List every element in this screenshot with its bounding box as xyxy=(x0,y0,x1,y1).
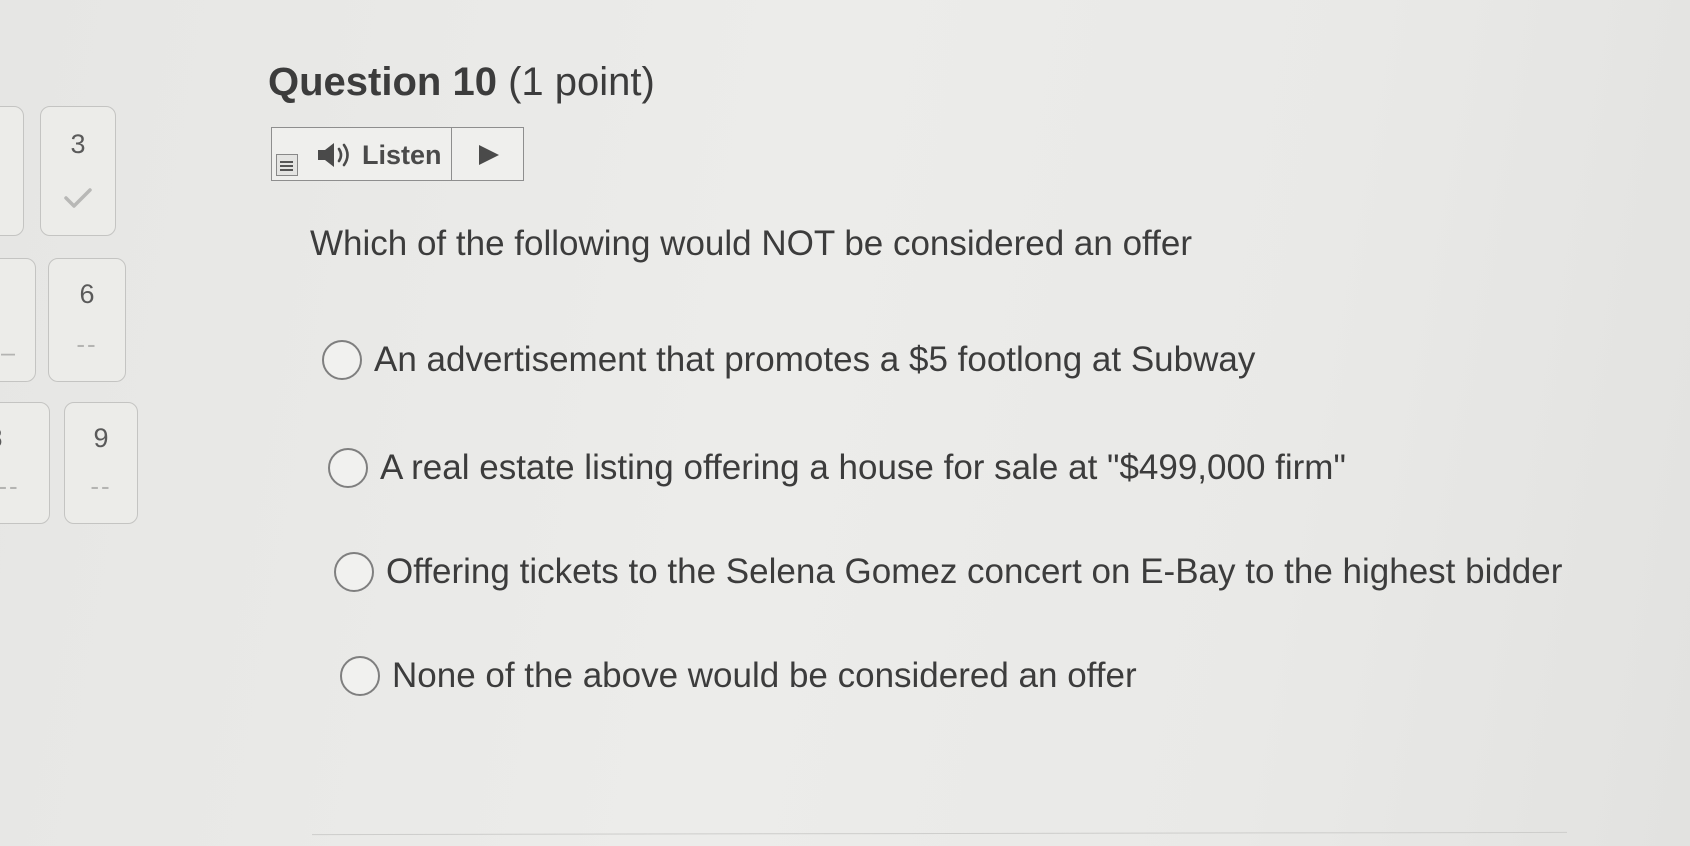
radio-button[interactable] xyxy=(328,448,368,488)
answer-option-4[interactable]: None of the above would be considered an… xyxy=(340,656,1137,696)
question-text: Which of the following would NOT be cons… xyxy=(310,224,1192,263)
nav-tile-left-partial-middle[interactable]: — xyxy=(0,258,36,382)
answer-option-1[interactable]: An advertisement that promotes a $5 foot… xyxy=(322,340,1255,380)
answer-option-2[interactable]: A real estate listing offering a house f… xyxy=(328,448,1346,488)
play-button[interactable] xyxy=(452,128,523,180)
listen-button[interactable]: Listen xyxy=(272,128,452,180)
nav-tile-status: -- xyxy=(90,471,112,501)
play-icon xyxy=(479,145,499,165)
listen-widget: Listen xyxy=(271,127,524,181)
answer-option-3[interactable]: Offering tickets to the Selena Gomez con… xyxy=(334,552,1562,592)
listen-label: Listen xyxy=(362,140,442,170)
nav-tile-question-9[interactable]: 9 -- xyxy=(64,402,138,524)
nav-tile-number: 6 xyxy=(79,279,95,309)
nav-tile-partial-mark: — xyxy=(1,337,15,368)
nav-tile-left-partial-top[interactable] xyxy=(0,106,24,236)
nav-tile-status: -- xyxy=(76,329,98,359)
nav-tile-status: -- xyxy=(0,471,20,501)
nav-tile-question-3[interactable]: 3 xyxy=(40,106,116,236)
answer-label: Offering tickets to the Selena Gomez con… xyxy=(386,552,1563,591)
radio-button[interactable] xyxy=(340,656,380,696)
answer-label: None of the above would be considered an… xyxy=(392,656,1137,695)
nav-tile-question-6[interactable]: 6 -- xyxy=(48,258,126,382)
checkmark-icon xyxy=(64,188,92,208)
nav-tile-number: 3 xyxy=(70,129,86,159)
question-number: Question 10 xyxy=(268,60,497,104)
divider xyxy=(312,831,1567,836)
answer-label: A real estate listing offering a house f… xyxy=(380,448,1346,487)
question-points: (1 point) xyxy=(508,60,655,104)
speaker-icon xyxy=(318,143,349,167)
answer-label: An advertisement that promotes a $5 foot… xyxy=(374,340,1256,379)
question-title: Question 10 (1 point) xyxy=(268,60,655,105)
radio-button[interactable] xyxy=(322,340,362,380)
menu-icon[interactable] xyxy=(276,154,298,176)
nav-tile-question-8[interactable]: 8 -- xyxy=(0,402,50,524)
radio-button[interactable] xyxy=(334,552,374,592)
nav-tile-number: 8 xyxy=(0,423,19,454)
nav-tile-number: 9 xyxy=(93,423,109,453)
